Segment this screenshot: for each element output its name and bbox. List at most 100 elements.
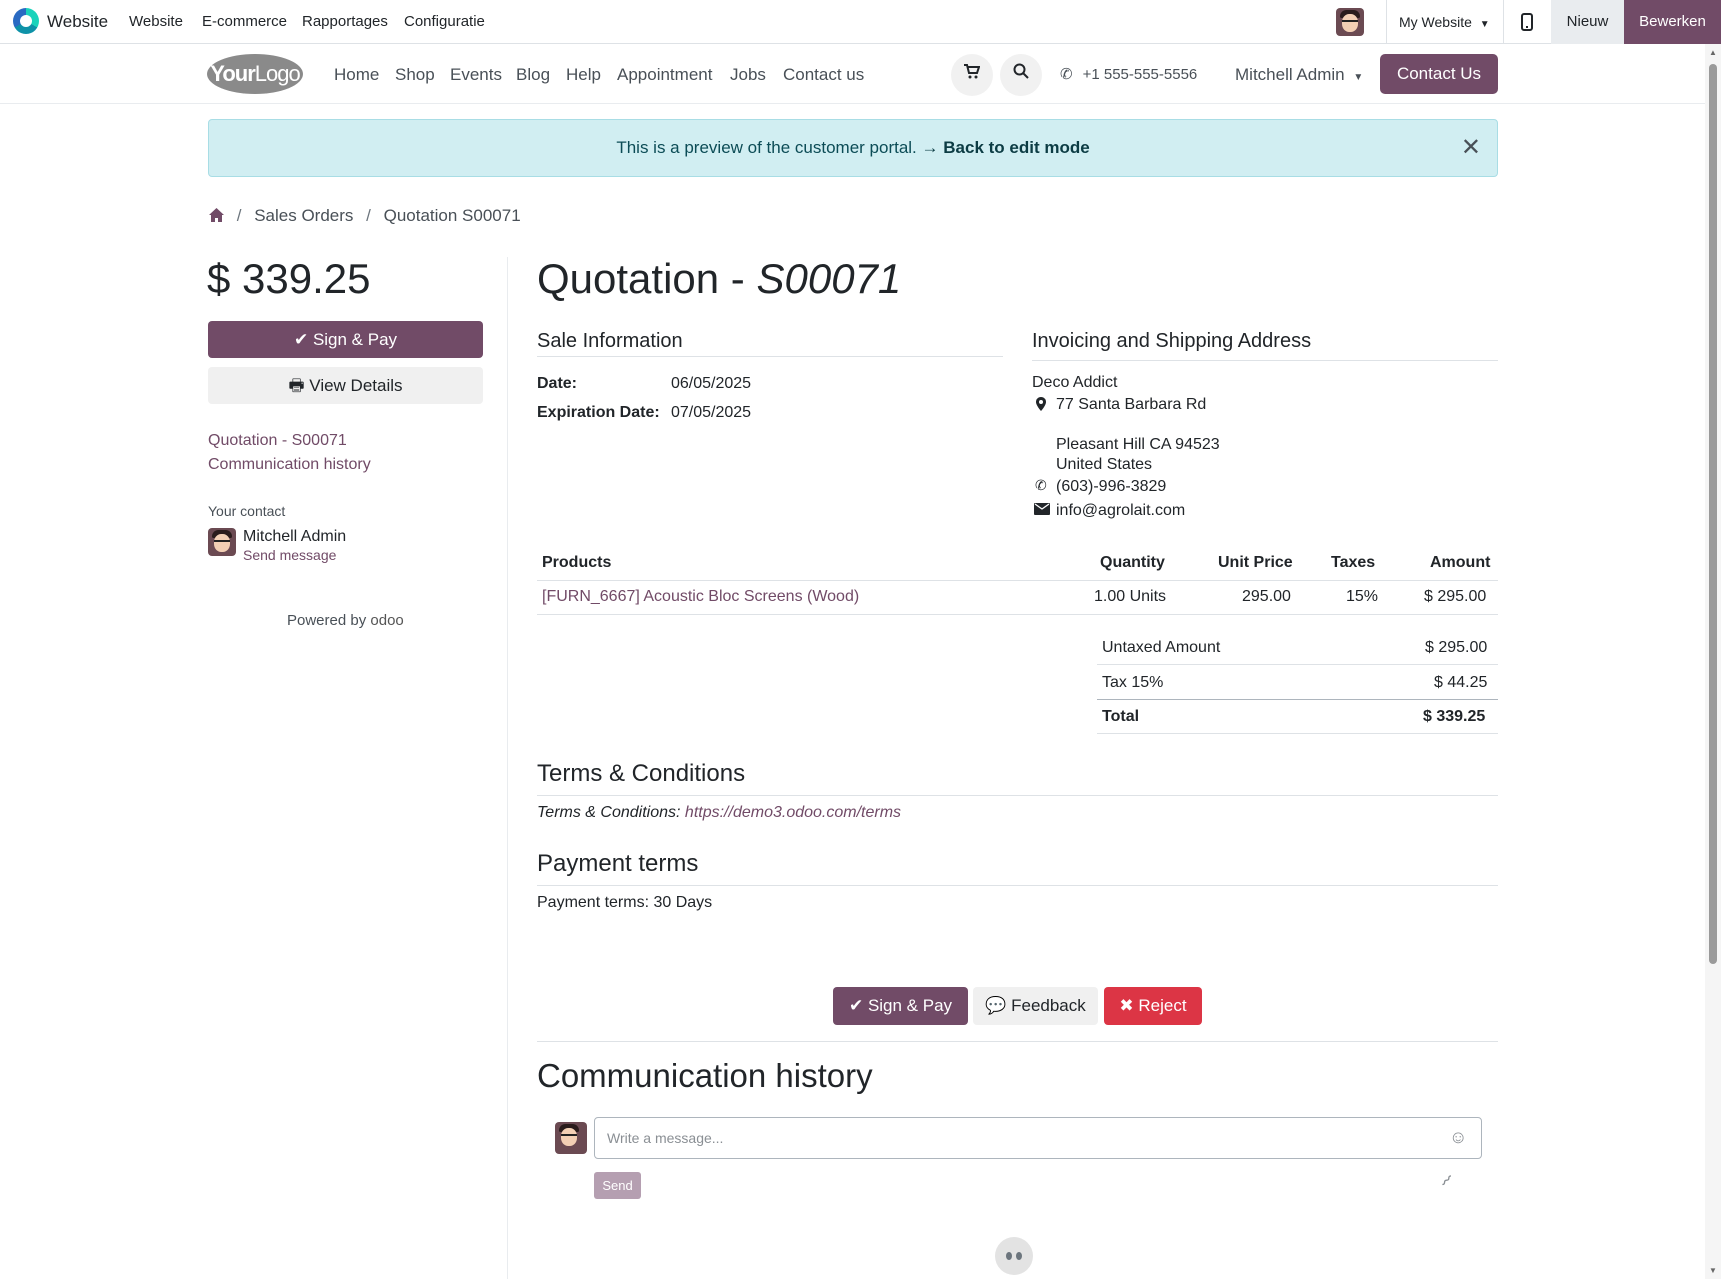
scroll-down-icon[interactable]: ▼ [1709, 1266, 1717, 1275]
sidebar-link-communication[interactable]: Communication history [208, 456, 371, 474]
paperclip-icon[interactable]: ⌇ [1436, 1171, 1456, 1191]
admin-menu-reports[interactable]: Rapportages [302, 0, 388, 44]
website-app-icon[interactable] [13, 8, 39, 34]
contact-name: Mitchell Admin [243, 528, 347, 545]
sidebar-divider [507, 257, 508, 1279]
envelope-icon [1034, 502, 1050, 518]
back-to-edit-link[interactable]: → Back to edit mode [922, 138, 1090, 157]
check-icon: ✔ [293, 330, 309, 349]
sale-info-title: Sale Information [537, 330, 683, 352]
feedback-button[interactable]: 💬 Feedback [973, 987, 1098, 1025]
message-input[interactable]: Write a message... [594, 1117, 1482, 1159]
logo-text-bold: Your [210, 61, 255, 86]
composer-avatar-icon [555, 1122, 587, 1154]
cart-icon[interactable] [951, 54, 993, 96]
close-icon[interactable]: ✕ [1461, 120, 1481, 176]
alert-text: This is a preview of the customer portal… [616, 138, 917, 157]
divider [537, 614, 1498, 615]
address-street: 77 Santa Barbara Rd [1056, 396, 1207, 413]
nav-home[interactable]: Home [334, 65, 379, 85]
tax-value: $ 44.25 [1434, 674, 1488, 691]
feedback-label: Feedback [1011, 996, 1086, 1015]
website-selector[interactable]: My Website ▼ [1399, 0, 1490, 44]
phone-icon: ✆ [1035, 477, 1047, 493]
scrollbar[interactable]: ▲ ▼ [1705, 44, 1721, 1279]
sign-pay-label: Sign & Pay [867, 996, 953, 1015]
sidebar-sign-pay-label: Sign & Pay [312, 330, 398, 349]
print-icon: 🖶 [288, 376, 305, 395]
send-message-link[interactable]: Send message [243, 547, 336, 563]
col-unit-price: Unit Price [1218, 554, 1293, 571]
odoo-logo-icon: odoo [370, 612, 404, 629]
user-name: Mitchell Admin [1235, 65, 1345, 84]
loading-icon [995, 1237, 1033, 1275]
nav-help[interactable]: Help [566, 65, 601, 85]
breadcrumb: / Sales Orders / Quotation S00071 [209, 206, 521, 226]
row-product[interactable]: [FURN_6667] Acoustic Bloc Screens (Wood) [542, 588, 859, 606]
times-icon: ✖ [1119, 996, 1134, 1015]
emoji-icon[interactable]: ☺ [1449, 1127, 1467, 1148]
nav-shop[interactable]: Shop [395, 65, 435, 85]
col-quantity: Quantity [1100, 554, 1165, 571]
divider [1032, 360, 1498, 361]
date-label: Date: [537, 375, 578, 392]
admin-avatar-icon[interactable] [1336, 8, 1364, 36]
map-marker-icon [1036, 397, 1046, 414]
sidebar-link-quotation[interactable]: Quotation - S00071 [208, 432, 347, 450]
quotation-title: Quotation - S00071 [537, 255, 901, 303]
reject-button[interactable]: ✖ Reject [1104, 987, 1202, 1025]
divider [537, 885, 1498, 886]
expiration-value: 07/05/2025 [671, 404, 752, 421]
admin-menu-website[interactable]: Website [129, 0, 183, 44]
view-details-button[interactable]: 🖶 View Details [208, 367, 483, 404]
admin-menu-config[interactable]: Configuratie [404, 0, 485, 44]
divider [537, 580, 1498, 581]
terms-text: Terms & Conditions: https://demo3.odoo.c… [537, 804, 901, 822]
app-name[interactable]: Website [47, 0, 108, 44]
logo-text-light: Logo [254, 61, 301, 86]
powered-by-label: Powered by [287, 612, 367, 629]
nav-jobs[interactable]: Jobs [730, 65, 766, 85]
address-country: United States [1056, 456, 1153, 473]
sign-pay-button[interactable]: ✔ Sign & Pay [833, 987, 968, 1025]
quotation-title-prefix: Quotation - [537, 255, 757, 302]
new-button[interactable]: Nieuw [1551, 0, 1624, 44]
sidebar-sign-pay-button[interactable]: ✔ Sign & Pay [208, 321, 483, 358]
powered-by[interactable]: Powered by odoo [287, 612, 404, 629]
contact-us-button[interactable]: Contact Us [1380, 54, 1498, 94]
col-products: Products [542, 554, 612, 571]
row-amount: $ 295.00 [1424, 588, 1487, 605]
quotation-number: S00071 [756, 255, 902, 302]
mobile-preview-icon[interactable] [1521, 0, 1533, 44]
expiration-label: Expiration Date: [537, 404, 660, 421]
admin-menu-ecommerce[interactable]: E-commerce [202, 0, 287, 44]
scroll-up-icon[interactable]: ▲ [1709, 48, 1717, 57]
nav-appointment[interactable]: Appointment [617, 65, 712, 85]
terms-link[interactable]: https://demo3.odoo.com/terms [685, 804, 901, 821]
user-menu[interactable]: Mitchell Admin ▼ [1235, 65, 1363, 85]
breadcrumb-current: Quotation S00071 [383, 206, 521, 225]
payment-terms-title: Payment terms [537, 850, 699, 877]
your-contact-label: Your contact [208, 503, 286, 519]
nav-blog[interactable]: Blog [516, 65, 550, 85]
admin-bar: Website Website E-commerce Rapportages C… [0, 0, 1721, 44]
divider [537, 1041, 1498, 1042]
site-logo[interactable]: YourLogo [207, 54, 303, 94]
home-icon[interactable] [209, 206, 229, 225]
breadcrumb-sales-orders[interactable]: Sales Orders [254, 206, 353, 225]
edit-button[interactable]: Bewerken [1624, 0, 1721, 44]
total-label: Total [1102, 708, 1140, 725]
send-button[interactable]: Send [594, 1172, 641, 1199]
address-city: Pleasant Hill CA 94523 [1056, 436, 1220, 453]
phone-icon: ✆ [1060, 66, 1073, 83]
row-taxes: 15% [1346, 588, 1379, 605]
nav-events[interactable]: Events [450, 65, 502, 85]
untaxed-value: $ 295.00 [1425, 639, 1488, 656]
header-phone[interactable]: ✆ +1 555-555-5556 [1060, 65, 1197, 83]
divider [1097, 699, 1498, 700]
nav-contact[interactable]: Contact us [783, 65, 864, 85]
customer-name: Deco Addict [1032, 374, 1118, 391]
search-icon[interactable] [1000, 54, 1042, 96]
scrollbar-thumb[interactable] [1709, 64, 1717, 964]
divider [537, 356, 1003, 357]
